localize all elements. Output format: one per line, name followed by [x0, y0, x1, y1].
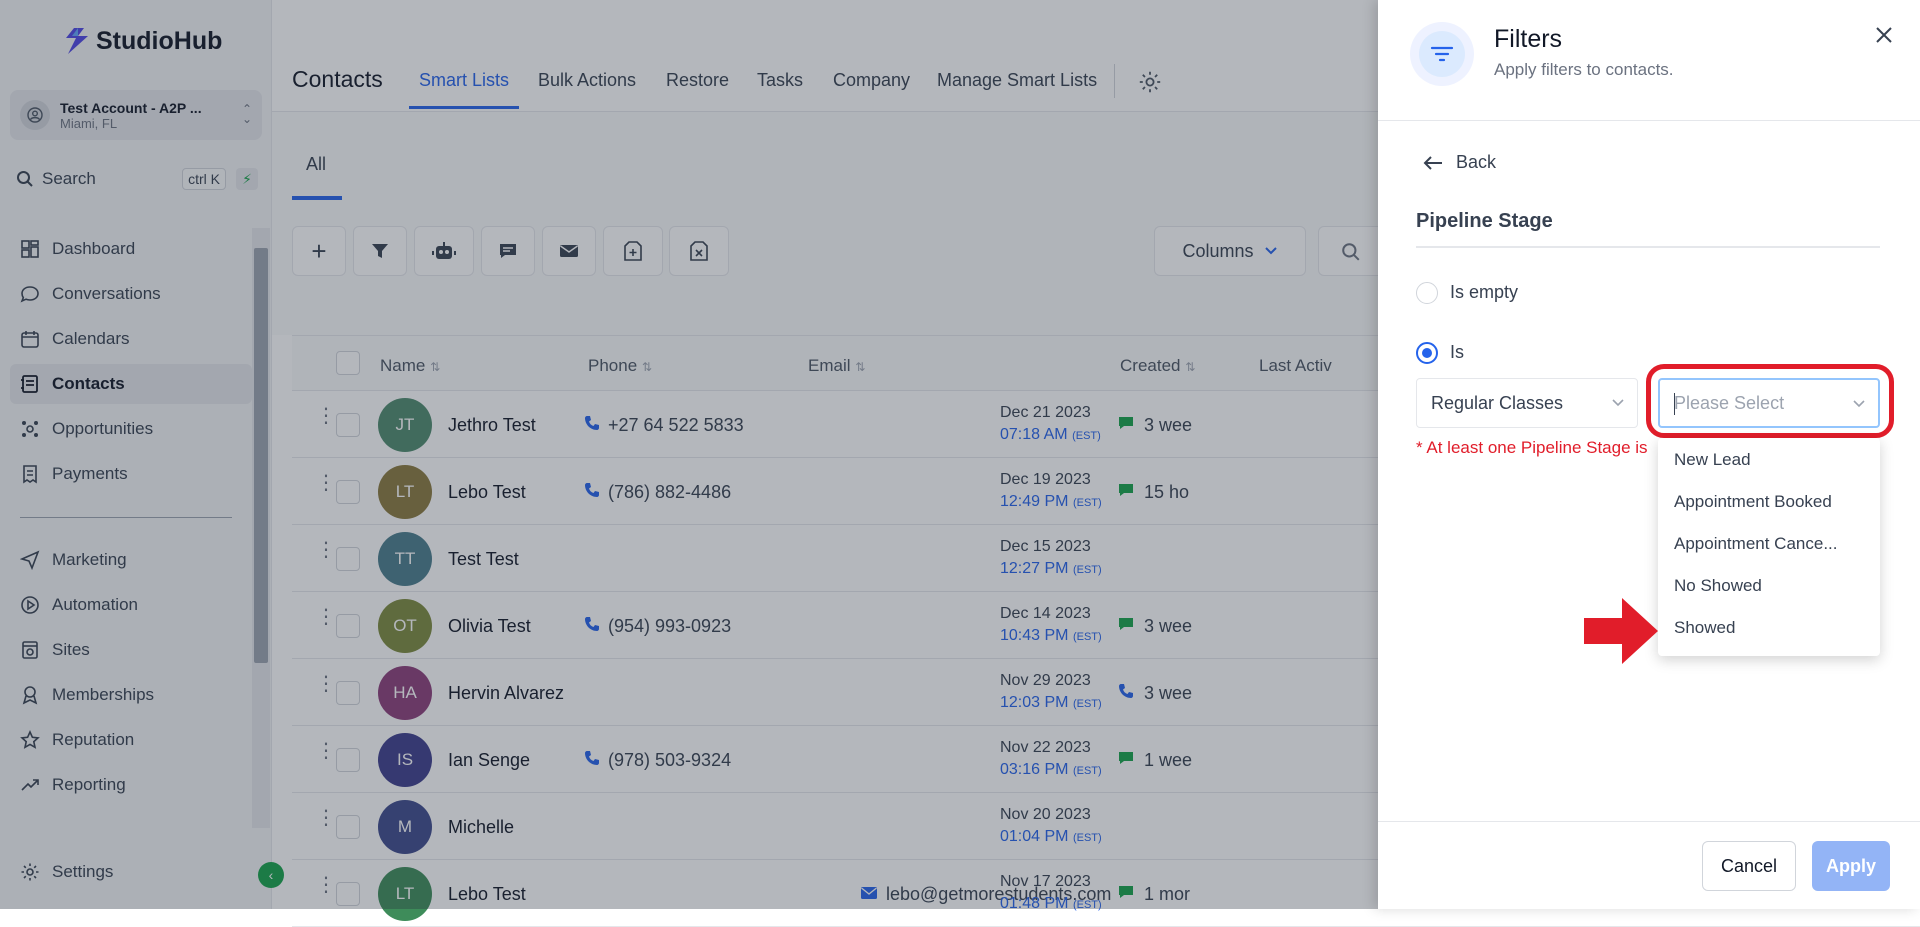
- stage-option-appointment-booked[interactable]: Appointment Booked: [1674, 492, 1870, 512]
- validation-error: * At least one Pipeline Stage is: [1416, 438, 1648, 457]
- chevron-down-icon: [1612, 399, 1624, 407]
- filter-field-title: Pipeline Stage: [1416, 210, 1553, 232]
- stage-select[interactable]: Please Select: [1658, 378, 1880, 428]
- stage-placeholder: Please Select: [1674, 392, 1785, 413]
- filter-lines-icon: [1430, 46, 1454, 62]
- field-divider: [1416, 246, 1880, 248]
- close-icon[interactable]: [1874, 20, 1894, 52]
- cancel-button[interactable]: Cancel: [1702, 841, 1796, 891]
- apply-button[interactable]: Apply: [1812, 841, 1890, 891]
- pipeline-value: Regular Classes: [1431, 392, 1564, 413]
- footer-divider: [1378, 821, 1920, 822]
- panel-divider: [1378, 120, 1920, 121]
- radio-is-empty-label: Is empty: [1450, 282, 1519, 302]
- stage-option-showed[interactable]: Showed: [1674, 618, 1870, 638]
- stage-option-appointment-cancelled[interactable]: Appointment Cance...: [1674, 534, 1870, 554]
- radio-is[interactable]: [1416, 342, 1438, 364]
- stage-option-new-lead[interactable]: New Lead: [1674, 450, 1870, 470]
- back-button[interactable]: Back: [1422, 152, 1496, 173]
- chevron-down-icon: [1853, 400, 1865, 408]
- stage-dropdown-menu: New Lead Appointment Booked Appointment …: [1658, 438, 1880, 656]
- text-caret: [1674, 393, 1675, 415]
- back-label: Back: [1456, 152, 1497, 172]
- arrow-left-icon: [1423, 155, 1442, 170]
- stage-option-no-showed[interactable]: No Showed: [1674, 576, 1870, 596]
- filter-badge: [1410, 22, 1474, 86]
- pipeline-select[interactable]: Regular Classes: [1416, 378, 1638, 428]
- panel-subtitle: Apply filters to contacts.: [1494, 60, 1674, 79]
- radio-is-label: Is: [1450, 342, 1465, 362]
- modal-overlay[interactable]: [0, 0, 1378, 909]
- radio-is-empty[interactable]: [1416, 282, 1438, 304]
- red-arrow-pointer: [1584, 598, 1658, 664]
- filters-panel: Filters Apply filters to contacts. Back …: [1378, 0, 1920, 909]
- panel-title: Filters: [1494, 25, 1563, 53]
